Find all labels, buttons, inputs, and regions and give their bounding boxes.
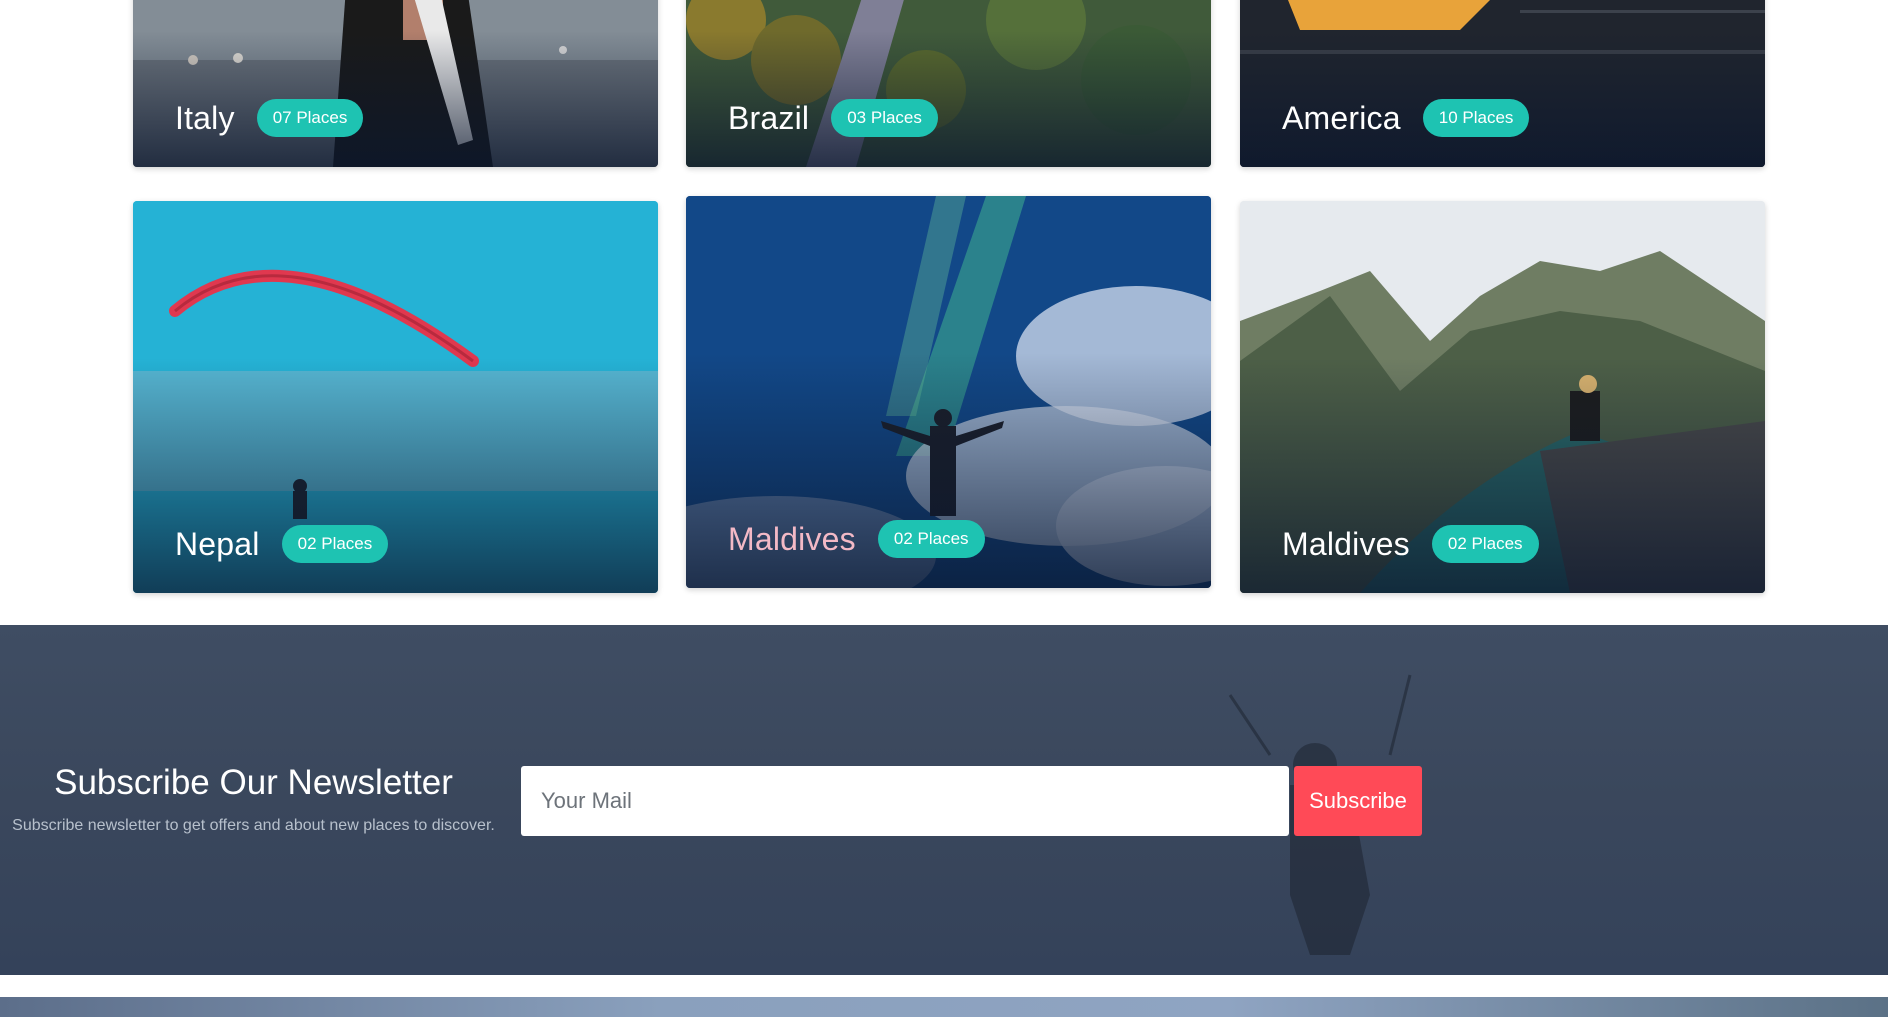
destination-name: Maldives [1282,525,1410,562]
destination-card-italy[interactable]: Italy 07 Places [133,0,658,167]
places-badge: 07 Places [256,99,364,137]
destination-name: Maldives [728,520,856,557]
destination-name: Nepal [175,525,260,562]
places-badge: 02 Places [877,520,985,558]
places-badge: 10 Places [1422,99,1530,137]
newsletter-section: Subscribe Our Newsletter Subscribe newsl… [0,625,1888,975]
footer-banner-strip [0,997,1888,1017]
newsletter-title: Subscribe Our Newsletter [54,763,453,802]
destination-card-brazil[interactable]: Brazil 03 Places [686,0,1211,167]
email-input[interactable] [521,766,1289,836]
destination-card-maldives-mountains[interactable]: Maldives 02 Places [1240,201,1765,593]
places-badge: 02 Places [281,525,389,563]
destination-name: America [1282,99,1401,136]
places-badge: 03 Places [831,99,938,137]
destination-card-america[interactable]: America 10 Places [1240,0,1765,167]
destination-card-maldives[interactable]: Maldives 02 Places [686,196,1211,588]
destination-name: Brazil [728,99,810,136]
destination-card-nepal[interactable]: Nepal 02 Places [133,201,658,593]
subscribe-button[interactable]: Subscribe [1294,766,1422,836]
places-badge: 02 Places [1431,525,1539,563]
destination-name: Italy [175,99,235,136]
newsletter-subtitle: Subscribe newsletter to get offers and a… [12,817,495,834]
